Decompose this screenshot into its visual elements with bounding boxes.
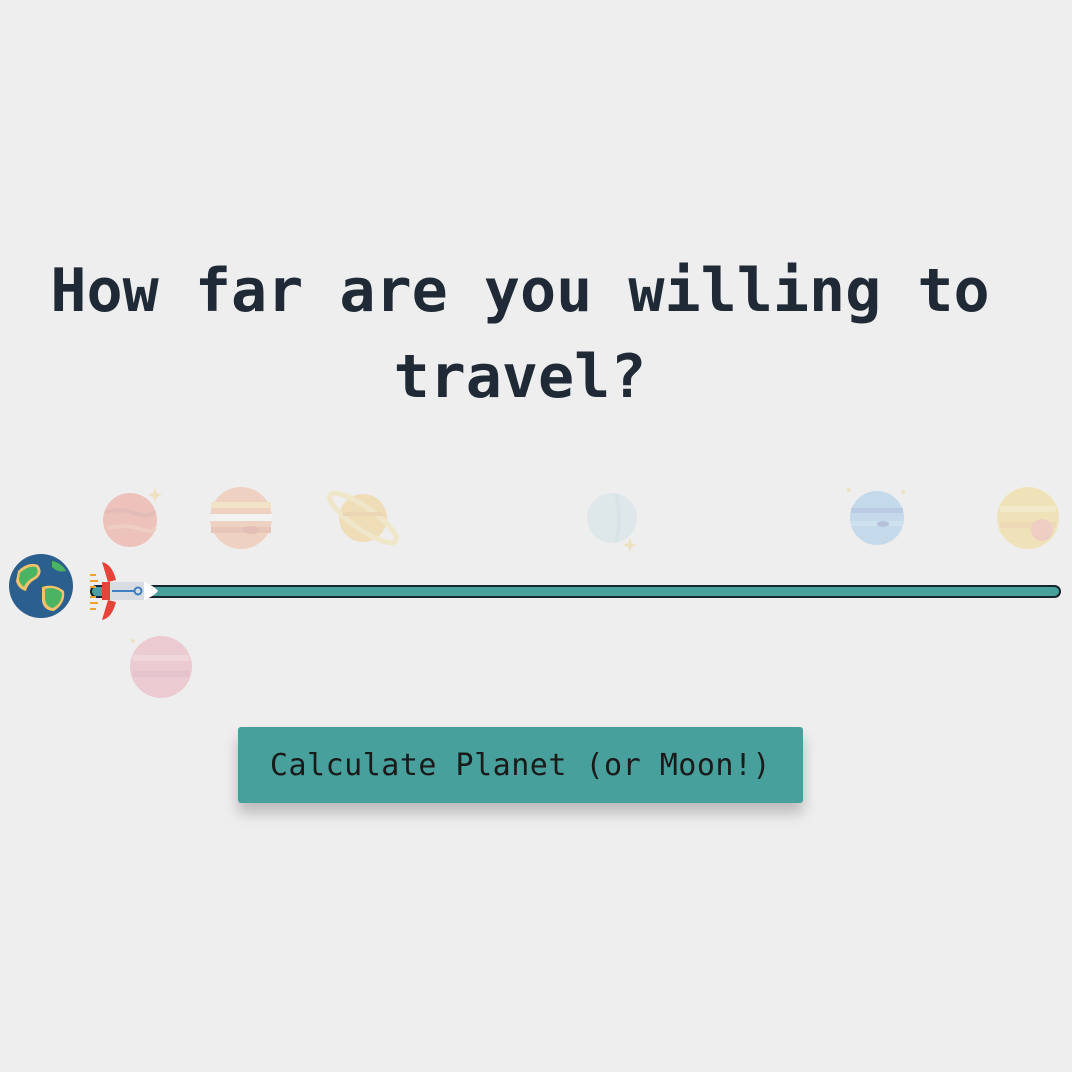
mars-icon	[90, 480, 170, 560]
rocket-icon[interactable]	[88, 560, 160, 622]
page-headline: How far are you willing to travel?	[50, 256, 990, 412]
earth-icon	[8, 553, 74, 619]
pink-planet-icon	[121, 627, 201, 707]
neptune-icon	[837, 478, 917, 558]
distance-slider-rail	[90, 585, 1061, 598]
saturn-icon	[323, 478, 403, 558]
sun-icon	[988, 478, 1068, 558]
page: How far are you willing to travel? Calcu…	[0, 0, 1072, 1072]
distance-slider-track[interactable]	[90, 585, 1061, 598]
calculate-planet-button[interactable]: Calculate Planet (or Moon!)	[238, 727, 803, 803]
uranus-icon	[572, 478, 652, 558]
jupiter-icon	[201, 478, 281, 558]
